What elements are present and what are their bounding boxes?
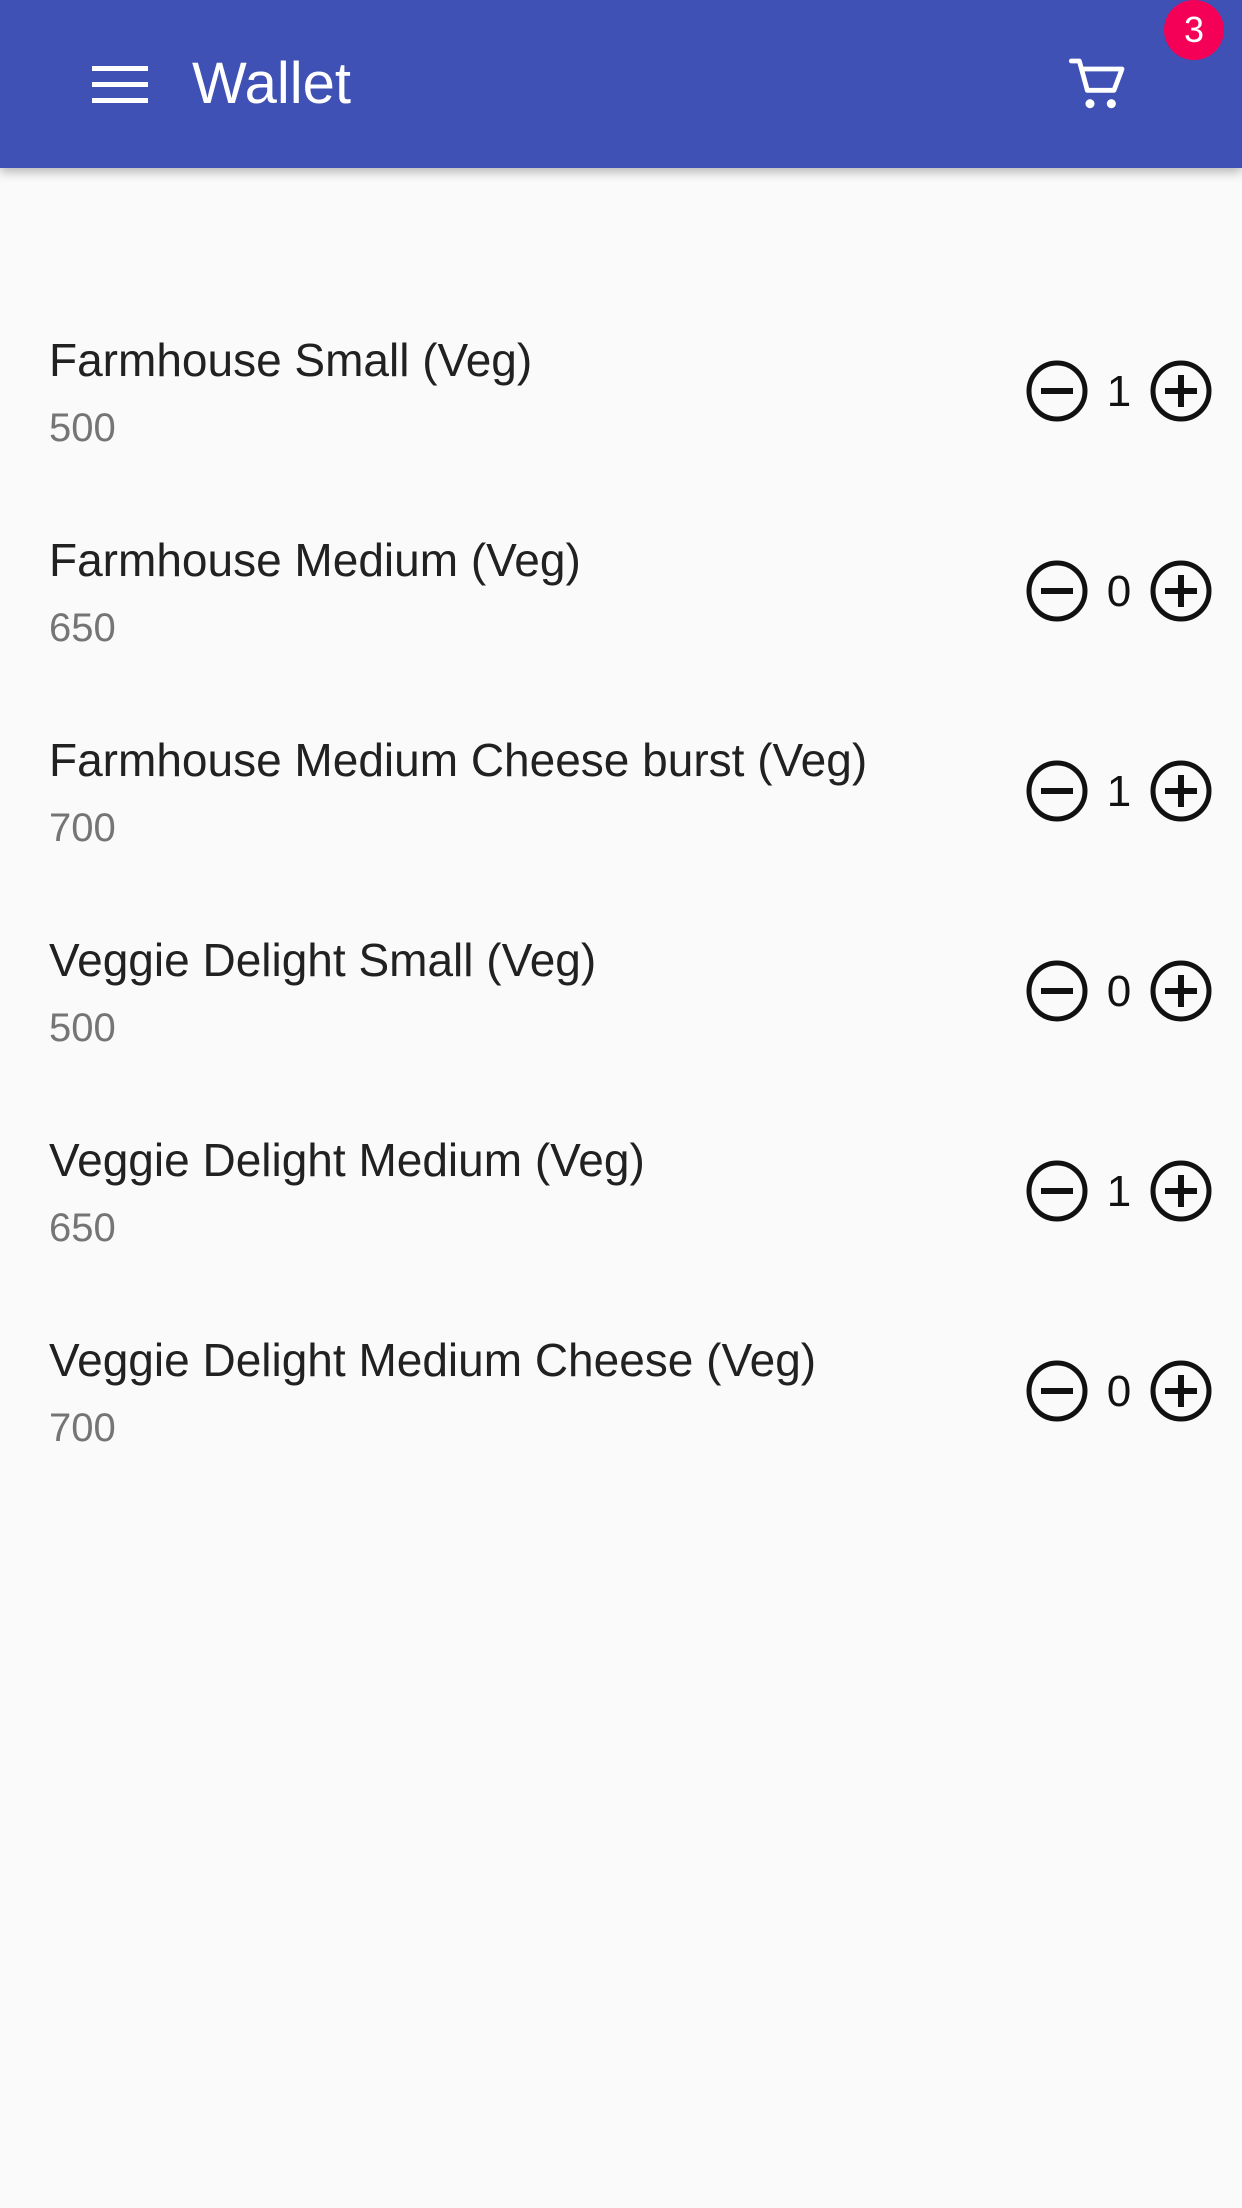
menu-button[interactable]	[76, 46, 164, 122]
item-name: Veggie Delight Small (Veg)	[49, 934, 597, 986]
list-item: Farmhouse Small (Veg) 500 1	[0, 300, 1242, 500]
item-price: 650	[49, 1206, 116, 1250]
decrease-button[interactable]	[1024, 358, 1090, 424]
quantity-stepper: 1	[1020, 758, 1220, 828]
quantity-stepper: 1	[1020, 358, 1220, 428]
item-price: 500	[49, 406, 116, 450]
item-name: Veggie Delight Medium (Veg)	[49, 1134, 645, 1186]
quantity-stepper: 0	[1020, 1358, 1220, 1428]
cart-button[interactable]	[1054, 44, 1142, 126]
quantity-value: 1	[1106, 1167, 1132, 1216]
product-list: Farmhouse Small (Veg) 500 1 Farmhouse Me…	[0, 300, 1242, 1500]
list-item: Veggie Delight Medium (Veg) 650 1	[0, 1100, 1242, 1300]
item-price: 700	[49, 806, 116, 850]
quantity-value: 1	[1106, 367, 1132, 416]
quantity-value: 0	[1106, 567, 1132, 616]
decrease-button[interactable]	[1024, 958, 1090, 1024]
quantity-value: 0	[1106, 967, 1132, 1016]
page-title: Wallet	[192, 51, 351, 116]
menu-icon	[92, 66, 148, 103]
item-name: Farmhouse Medium (Veg)	[49, 534, 581, 586]
increase-button[interactable]	[1148, 358, 1214, 424]
decrease-button[interactable]	[1024, 558, 1090, 624]
decrease-button[interactable]	[1024, 1358, 1090, 1424]
increase-button[interactable]	[1148, 1158, 1214, 1224]
list-item: Farmhouse Medium Cheese burst (Veg) 700 …	[0, 700, 1242, 900]
item-price: 500	[49, 1006, 116, 1050]
list-item: Veggie Delight Small (Veg) 500 0	[0, 900, 1242, 1100]
decrease-button[interactable]	[1024, 758, 1090, 824]
list-item: Farmhouse Medium (Veg) 650 0	[0, 500, 1242, 700]
quantity-stepper: 0	[1020, 558, 1220, 628]
increase-button[interactable]	[1148, 558, 1214, 624]
app-bar: Wallet 3	[0, 0, 1242, 168]
cart-icon	[1068, 58, 1125, 109]
quantity-value: 0	[1106, 1367, 1132, 1416]
quantity-value: 1	[1106, 767, 1132, 816]
list-item: Veggie Delight Medium Cheese (Veg) 700 0	[0, 1300, 1242, 1500]
item-price: 650	[49, 606, 116, 650]
decrease-button[interactable]	[1024, 1158, 1090, 1224]
quantity-stepper: 0	[1020, 958, 1220, 1028]
cart-count-badge: 3	[1164, 0, 1224, 60]
item-name: Veggie Delight Medium Cheese (Veg)	[49, 1334, 817, 1386]
item-name: Farmhouse Medium Cheese burst (Veg)	[49, 734, 868, 786]
increase-button[interactable]	[1148, 1358, 1214, 1424]
quantity-stepper: 1	[1020, 1158, 1220, 1228]
item-name: Farmhouse Small (Veg)	[49, 334, 533, 386]
increase-button[interactable]	[1148, 958, 1214, 1024]
increase-button[interactable]	[1148, 758, 1214, 824]
item-price: 700	[49, 1406, 116, 1450]
